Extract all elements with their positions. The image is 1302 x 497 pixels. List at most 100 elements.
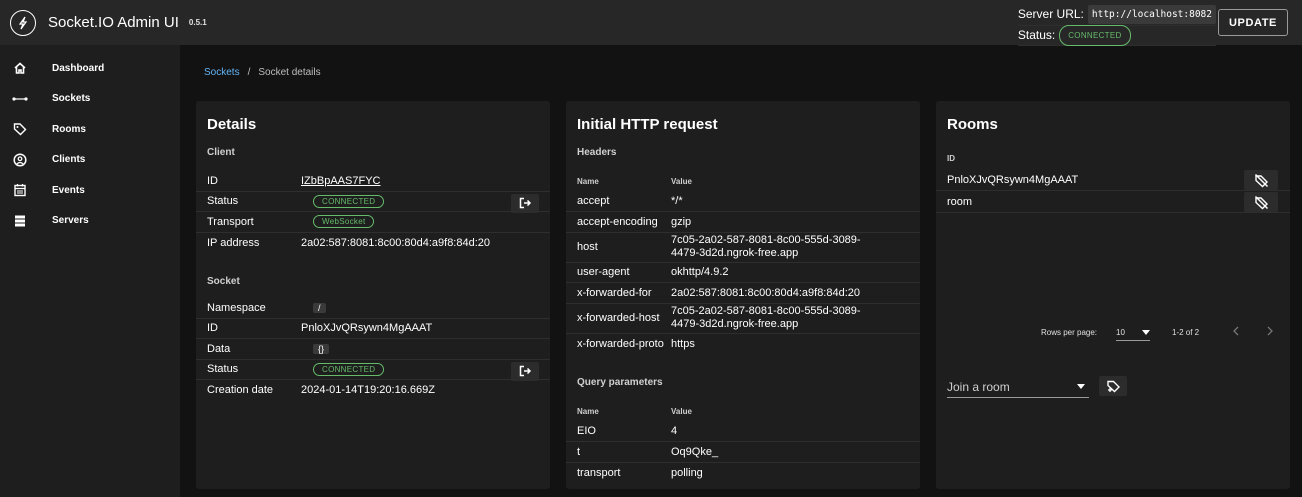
- query-value: 4: [671, 425, 678, 438]
- breadcrumb-separator: /: [247, 67, 251, 78]
- table-row: EIO 4: [566, 422, 920, 442]
- client-status-badge: CONNECTED: [313, 194, 385, 208]
- client-status-row: Status CONNECTED: [196, 192, 550, 213]
- transport-badge: WebSocket: [313, 215, 375, 229]
- disconnect-socket-button[interactable]: [511, 361, 539, 381]
- socket-id-label: ID: [207, 322, 218, 335]
- leave-room-button[interactable]: [1244, 192, 1278, 212]
- table-row: host 7c05-2a02-587-8081-8c00-555d-3089-4…: [566, 233, 920, 263]
- socket-status-row: Status CONNECTED: [196, 360, 550, 381]
- sidebar-item-label: Rooms: [52, 123, 86, 135]
- server-status-label: Status:: [1017, 27, 1056, 42]
- app-title: Socket.IO Admin UI: [48, 14, 179, 31]
- server-status-badge: CONNECTED: [1059, 24, 1131, 46]
- table-row: accept */*: [566, 192, 920, 212]
- http-title: Initial HTTP request: [577, 116, 718, 133]
- sidebar-item-dashboard[interactable]: Dashboard: [0, 53, 180, 84]
- room-name[interactable]: PnloXJvQRsywn4MgAAAT: [947, 174, 1078, 186]
- breadcrumb-current: Socket details: [258, 67, 321, 78]
- query-name: EIO: [577, 425, 596, 438]
- join-room-placeholder: Join a room: [947, 379, 1010, 394]
- sidebar-item-events[interactable]: Events: [0, 175, 180, 206]
- calendar-icon: [12, 182, 28, 198]
- socket-id-value: PnloXJvQRsywn4MgAAAT: [301, 322, 433, 335]
- header-name: host: [577, 241, 598, 253]
- rooms-title: Rooms: [947, 116, 998, 133]
- client-id-link[interactable]: IZbBpAAS7FYC: [301, 175, 380, 187]
- header-name: x-forwarded-host: [577, 312, 660, 324]
- breadcrumb: Sockets / Socket details: [204, 67, 321, 78]
- sidebar-item-label: Sockets: [52, 93, 91, 105]
- logout-icon: [519, 197, 531, 209]
- server-url-label: Server URL:: [1017, 7, 1084, 22]
- rows-per-page-select[interactable]: 10: [1116, 325, 1150, 341]
- client-ip-label: IP address: [207, 236, 260, 249]
- header-name: user-agent: [577, 266, 630, 279]
- header-value: 7c05-2a02-587-8081-8c00-555d-3089-4479-3…: [671, 305, 861, 330]
- query-value: polling: [671, 466, 703, 479]
- socketio-logo-icon: [10, 9, 36, 36]
- sidebar-item-clients[interactable]: Clients: [0, 145, 180, 176]
- header-value: https: [671, 337, 695, 350]
- sidebar-item-servers[interactable]: Servers: [0, 206, 180, 237]
- namespace-label: Namespace: [207, 301, 266, 314]
- http-request-card: Initial HTTP request Headers Name Value …: [566, 101, 920, 489]
- breadcrumb-link-sockets[interactable]: Sockets: [204, 67, 240, 78]
- client-transport-label: Transport: [207, 215, 254, 228]
- tag-off-icon: [1254, 173, 1268, 187]
- query-table-header: Name Value: [566, 401, 920, 422]
- update-button[interactable]: UPDATE: [1217, 9, 1288, 36]
- sidebar-item-label: Clients: [52, 154, 86, 166]
- rooms-card: Rooms ID PnloXJvQRsywn4MgAAAT room Rows …: [936, 101, 1290, 489]
- server-icon: [12, 213, 28, 229]
- socket-status-badge: CONNECTED: [313, 362, 385, 376]
- table-row: accept-encoding gzip: [566, 212, 920, 233]
- sidebar-item-rooms[interactable]: Rooms: [0, 114, 180, 145]
- home-icon: [12, 60, 28, 76]
- leave-room-button[interactable]: [1244, 170, 1278, 190]
- query-value: Oq9Qke_: [671, 445, 719, 458]
- socket-section-title: Socket: [207, 276, 240, 287]
- header-value: gzip: [671, 215, 692, 228]
- socket-data-value[interactable]: {}: [313, 343, 330, 354]
- query-table: Name Value EIO 4 t Oq9Qke_ transport pol…: [566, 401, 920, 483]
- creation-date-label: Creation date: [207, 384, 274, 397]
- client-id-row: ID IZbBpAAS7FYC: [196, 171, 550, 192]
- table-row: x-forwarded-proto https: [566, 334, 920, 355]
- client-ip-value: 2a02:587:8081:8c00:80d4:a9f8:84d:20: [301, 236, 491, 249]
- previous-page-icon[interactable]: [1232, 326, 1240, 338]
- name-column-header: Name: [577, 406, 599, 416]
- logout-icon: [519, 365, 531, 377]
- table-row: x-forwarded-for 2a02:587:8081:8c00:80d4:…: [566, 283, 920, 304]
- table-row: room: [936, 191, 1290, 213]
- client-id-label: ID: [207, 174, 218, 187]
- value-column-header: Value: [671, 406, 692, 416]
- sidebar-item-sockets[interactable]: Sockets: [0, 84, 180, 115]
- user-circle-icon: [12, 152, 28, 168]
- socket-table: Namespace / ID PnloXJvQRsywn4MgAAAT Data…: [196, 298, 550, 401]
- header-name: accept: [577, 195, 610, 208]
- join-room-select[interactable]: Join a room: [947, 376, 1089, 398]
- sidebar-item-label: Dashboard: [52, 62, 105, 74]
- next-page-icon[interactable]: [1266, 326, 1274, 338]
- room-name[interactable]: room: [947, 196, 972, 208]
- client-status-label: Status: [207, 195, 239, 208]
- rooms-table-header: ID: [936, 147, 1290, 169]
- join-room-button[interactable]: [1099, 376, 1127, 396]
- value-column-header: Value: [671, 176, 692, 186]
- socket-creation-row: Creation date 2024-01-14T19:20:16.669Z: [196, 380, 550, 401]
- table-row: x-forwarded-host 7c05-2a02-587-8081-8c00…: [566, 304, 920, 334]
- app-version: 0.5.1: [188, 18, 207, 27]
- header-value: 7c05-2a02-587-8081-8c00-555d-3089-4479-3…: [671, 234, 861, 259]
- table-row: PnloXJvQRsywn4MgAAAT: [936, 169, 1290, 191]
- disconnect-client-button[interactable]: [511, 193, 539, 213]
- creation-date-value: 2024-01-14T19:20:16.669Z: [301, 384, 435, 397]
- socket-namespace-row: Namespace /: [196, 298, 550, 319]
- sidebar-item-label: Servers: [52, 215, 89, 227]
- tag-plus-icon: [1106, 380, 1120, 393]
- socket-data-row: Data {}: [196, 339, 550, 360]
- headers-section-title: Headers: [577, 147, 617, 158]
- socket-data-label: Data: [207, 342, 231, 355]
- headers-table-header: Name Value: [566, 171, 920, 192]
- headers-table: Name Value accept */* accept-encoding gz…: [566, 171, 920, 354]
